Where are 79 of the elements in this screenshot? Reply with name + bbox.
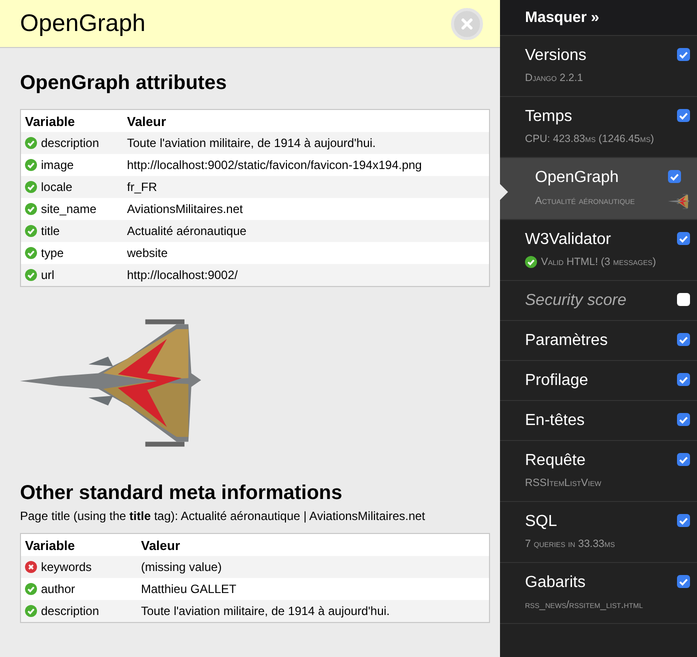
toolbar-item-title: SQL xyxy=(525,512,558,531)
toggle-checkbox[interactable] xyxy=(677,373,690,386)
toolbar-item-title: Paramètres xyxy=(525,331,609,350)
table-cell: Actualité aéronautique xyxy=(123,220,490,242)
toolbar-item-subtitle: rss_news/rssitem_list.html xyxy=(525,599,643,611)
toolbar-item-title: Requête xyxy=(525,451,586,470)
checkmark-icon xyxy=(670,172,679,180)
toggle-checkbox[interactable] xyxy=(677,232,690,245)
variable-name: title xyxy=(41,224,60,238)
table-cell: (missing value) xyxy=(137,556,490,578)
variable-name: image xyxy=(41,158,74,172)
checkmark-icon xyxy=(679,416,688,424)
check-icon xyxy=(525,256,537,268)
variable-name: type xyxy=(41,246,64,260)
table-cell: http://localhost:9002/static/favicon/favicon-194x194.png xyxy=(123,154,490,176)
toggle-checkbox[interactable] xyxy=(677,453,690,466)
jet-thumbnail xyxy=(668,194,690,209)
table-cell: website xyxy=(123,242,490,264)
variable-name: keywords xyxy=(41,560,92,574)
variable-name: locale xyxy=(41,180,72,194)
table-cell: http://localhost:9002/ xyxy=(123,264,490,286)
toolbar-item-title: Temps xyxy=(525,107,574,126)
checkmark-icon xyxy=(679,376,688,384)
column-header: Variable xyxy=(20,110,123,132)
toggle-checkbox[interactable] xyxy=(677,109,690,122)
checkmark-icon xyxy=(679,50,688,58)
toolbar-item-subtitle: Django 2.2.1 xyxy=(525,72,583,84)
checkmark-icon xyxy=(679,336,688,344)
table-cell: Toute l'aviation militaire, de 1914 à aujourd'hui. xyxy=(123,132,490,154)
toolbar-item-subtitle: Actualité aéronautique xyxy=(535,194,635,206)
checkmark-icon xyxy=(679,456,688,464)
toolbar-item-title: Versions xyxy=(525,46,588,65)
variable-name: description xyxy=(41,604,100,618)
toolbar-item-subtitle: CPU: 423.83ms (1246.45ms) xyxy=(525,133,654,145)
toggle-checkbox[interactable] xyxy=(677,575,690,588)
toolbar-item[interactable]: En-têtes xyxy=(500,401,697,441)
checkmark-icon xyxy=(679,234,688,242)
table-cell: fr_FR xyxy=(123,176,490,198)
toggle-checkbox[interactable] xyxy=(677,333,690,346)
toggle-checkbox[interactable] xyxy=(677,413,690,426)
toolbar-item[interactable]: W3Validator Valid HTML! (3 messages) xyxy=(500,220,697,281)
toggle-checkbox[interactable] xyxy=(677,48,690,61)
toolbar-item[interactable]: Versions Django 2.2.1 xyxy=(500,36,697,97)
table-cell: Matthieu GALLET xyxy=(137,578,490,600)
column-header: Variable xyxy=(20,534,137,556)
table-cell: Toute l'aviation militaire, de 1914 à aujourd'hui. xyxy=(137,600,490,622)
toolbar-item[interactable]: SQL 7 queries in 33.33ms xyxy=(500,502,697,563)
page-title-text: Page title (using the title tag): Actualité aéronautique | AviationsMilitaires.net xyxy=(20,509,426,523)
toggle-checkbox[interactable] xyxy=(668,170,681,183)
toolbar-item-title: Gabarits xyxy=(525,573,586,592)
variable-name: description xyxy=(41,136,100,150)
hide-link[interactable]: Masquer » xyxy=(500,0,697,36)
toolbar-item-title: Security score xyxy=(525,291,628,310)
toolbar-item-title: OpenGraph xyxy=(535,168,620,187)
column-header: Valeur xyxy=(137,534,490,556)
toolbar-item[interactable]: Gabarits rss_news/rssitem_list.html xyxy=(500,563,697,624)
toolbar-item-title: Profilage xyxy=(525,371,590,390)
variable-name: url xyxy=(41,268,54,282)
variable-name: author xyxy=(41,582,76,596)
checkmark-icon xyxy=(679,112,688,120)
toolbar-item-subtitle: Valid HTML! (3 messages) xyxy=(541,256,656,268)
close-icon xyxy=(460,16,474,30)
toolbar-item-subtitle: 7 queries in 33.33ms xyxy=(525,538,615,550)
section-heading: Other standard meta informations xyxy=(20,482,344,505)
table-cell: AviationsMilitaires.net xyxy=(123,198,490,220)
toolbar-item[interactable]: OpenGraph Actualité aéronautique xyxy=(500,158,697,220)
toolbar-item-title: En-têtes xyxy=(525,411,586,430)
panel-title: OpenGraph xyxy=(20,10,146,38)
toolbar-item[interactable]: Profilage xyxy=(500,361,697,401)
column-header: Valeur xyxy=(123,110,490,132)
section-heading: OpenGraph attributes xyxy=(20,72,228,95)
checkmark-icon xyxy=(679,578,688,586)
toolbar-item-title: W3Validator xyxy=(525,230,612,249)
toolbar-item[interactable]: Paramètres xyxy=(500,321,697,361)
variable-name: site_name xyxy=(41,202,96,216)
toolbar-item-subtitle: RSSItemListView xyxy=(525,477,602,489)
toolbar-item[interactable]: Requête RSSItemListView xyxy=(500,441,697,502)
checkmark-icon xyxy=(679,516,688,524)
toggle-checkbox[interactable] xyxy=(677,514,690,527)
